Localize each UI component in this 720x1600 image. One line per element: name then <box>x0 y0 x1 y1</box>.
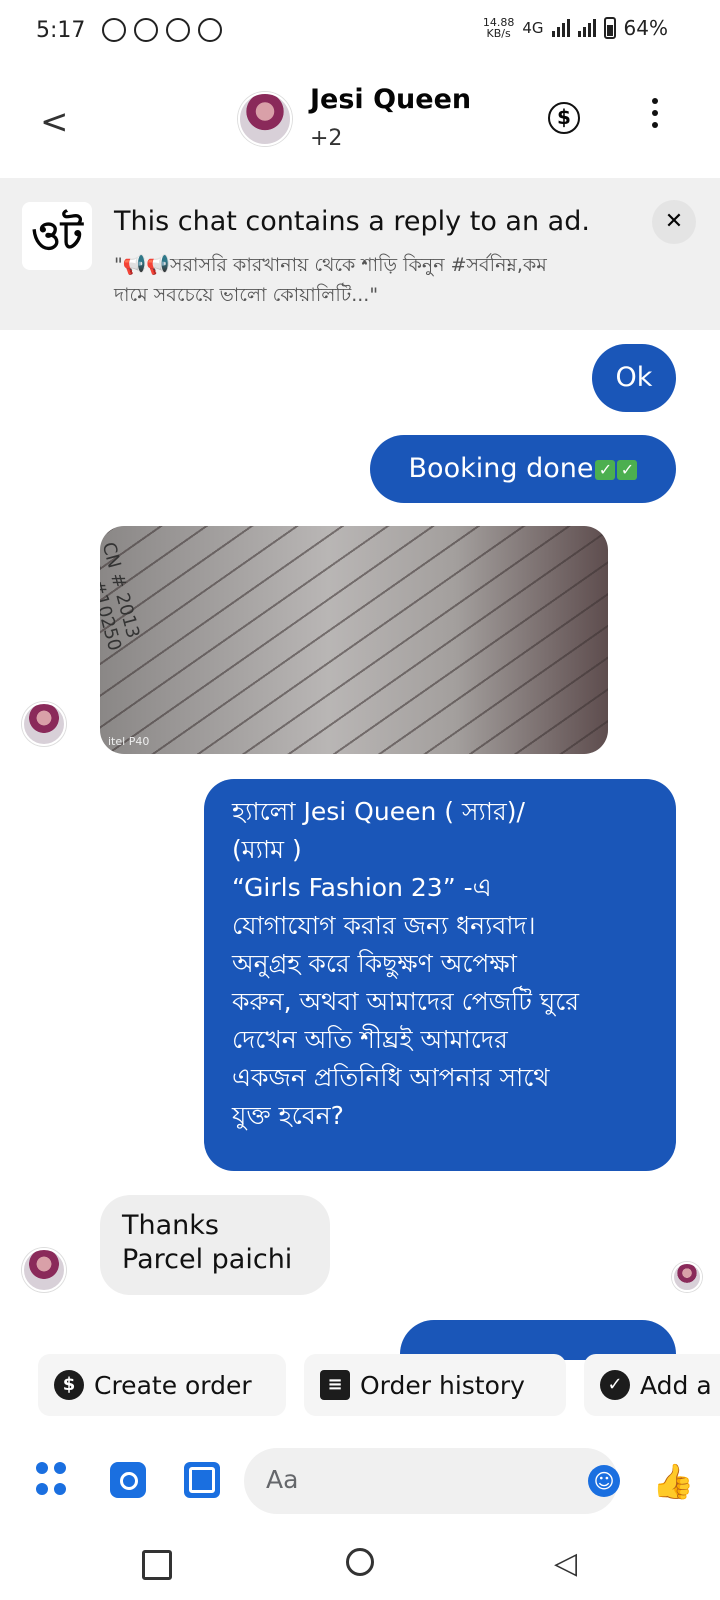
close-icon[interactable]: ✕ <box>652 200 696 244</box>
seen-avatar <box>672 1262 702 1292</box>
more-options-icon[interactable] <box>652 98 662 134</box>
order-history-button[interactable]: ≡ Order history <box>304 1354 566 1416</box>
check-mark-icon: ✓ <box>617 459 638 480</box>
messenger-icon <box>134 18 158 42</box>
payment-dollar-icon[interactable]: $ <box>548 102 580 134</box>
system-nav-bar: ◁ <box>0 1530 720 1600</box>
photo-handwriting: CN # 2013 GD #10250 <box>100 540 144 654</box>
outgoing-message[interactable]: Ok <box>592 344 676 412</box>
network-type: 4G <box>522 19 544 37</box>
status-right: 14.88 KB/s 4G 64% <box>483 16 668 40</box>
recent-apps-icon[interactable] <box>142 1550 172 1580</box>
message-input[interactable]: Aa ☺ <box>244 1448 620 1514</box>
photo-watermark: itel P40 <box>108 735 150 748</box>
receipt-icon: ≡ <box>320 1370 350 1400</box>
check-circle-icon: ✓ <box>600 1370 630 1400</box>
chat-header: < Jesi Queen +2 $ <box>0 70 720 170</box>
outgoing-message[interactable]: হ্যালো Jesi Queen ( স্যার)/ (ম্যাম ) “Gi… <box>204 779 676 1171</box>
signal-icon <box>551 19 570 37</box>
apps-menu-icon[interactable] <box>36 1462 72 1498</box>
outgoing-message[interactable]: Booking done ✓ ✓ <box>370 435 676 503</box>
chip-label: Add a <box>640 1370 712 1400</box>
avatar[interactable] <box>22 702 66 746</box>
ad-reply-banner[interactable]: ওট This chat contains a reply to an ad. … <box>0 178 720 330</box>
avatar[interactable] <box>22 1248 66 1292</box>
back-triangle-icon[interactable]: ◁ <box>554 1546 577 1581</box>
emoji-icon[interactable]: ☺ <box>588 1465 620 1497</box>
gallery-icon[interactable] <box>184 1462 220 1498</box>
message-composer: Aa ☺ 👍 <box>0 1440 720 1520</box>
messenger-icon <box>166 18 190 42</box>
photo-message[interactable]: CN # 2013 GD #10250 itel P40 <box>100 526 608 754</box>
whatsapp-icon <box>102 18 126 42</box>
home-icon[interactable] <box>346 1548 374 1576</box>
avatar[interactable] <box>238 92 292 146</box>
chip-label: Order history <box>360 1370 525 1400</box>
contact-name[interactable]: Jesi Queen <box>310 84 471 115</box>
ad-banner-title: This chat contains a reply to an ad. <box>114 206 590 237</box>
status-bar: 5:17 14.88 KB/s 4G 64% <box>0 0 720 64</box>
message-text: Booking done <box>408 453 594 484</box>
like-thumbs-up-icon[interactable]: 👍 <box>652 1462 694 1502</box>
back-arrow-icon[interactable]: < <box>40 102 69 142</box>
incoming-message[interactable]: Thanks Parcel paichi <box>100 1195 330 1295</box>
data-saver-icon <box>198 18 222 42</box>
create-order-button[interactable]: $ Create order <box>38 1354 286 1416</box>
contact-subtitle: +2 <box>310 126 343 151</box>
net-speed: 14.88 KB/s <box>482 16 515 40</box>
chip-label: Create order <box>94 1370 252 1400</box>
battery-icon <box>603 17 616 39</box>
dollar-icon: $ <box>54 1370 84 1400</box>
camera-icon[interactable] <box>110 1462 146 1498</box>
page-logo: ওট <box>22 202 92 270</box>
status-time: 5:17 <box>36 18 86 43</box>
check-mark-icon: ✓ <box>595 459 616 480</box>
quick-actions: $ Create order ≡ Order history ✓ Add a <box>0 1354 720 1422</box>
ad-quote-text: "📢📢সরাসরি কারখানায় থেকে শাড়ি কিনুন #সর… <box>114 254 547 306</box>
add-button[interactable]: ✓ Add a <box>584 1354 720 1416</box>
battery-percent: 64% <box>623 16 668 40</box>
signal-icon <box>577 19 596 37</box>
input-placeholder: Aa <box>266 1465 299 1494</box>
